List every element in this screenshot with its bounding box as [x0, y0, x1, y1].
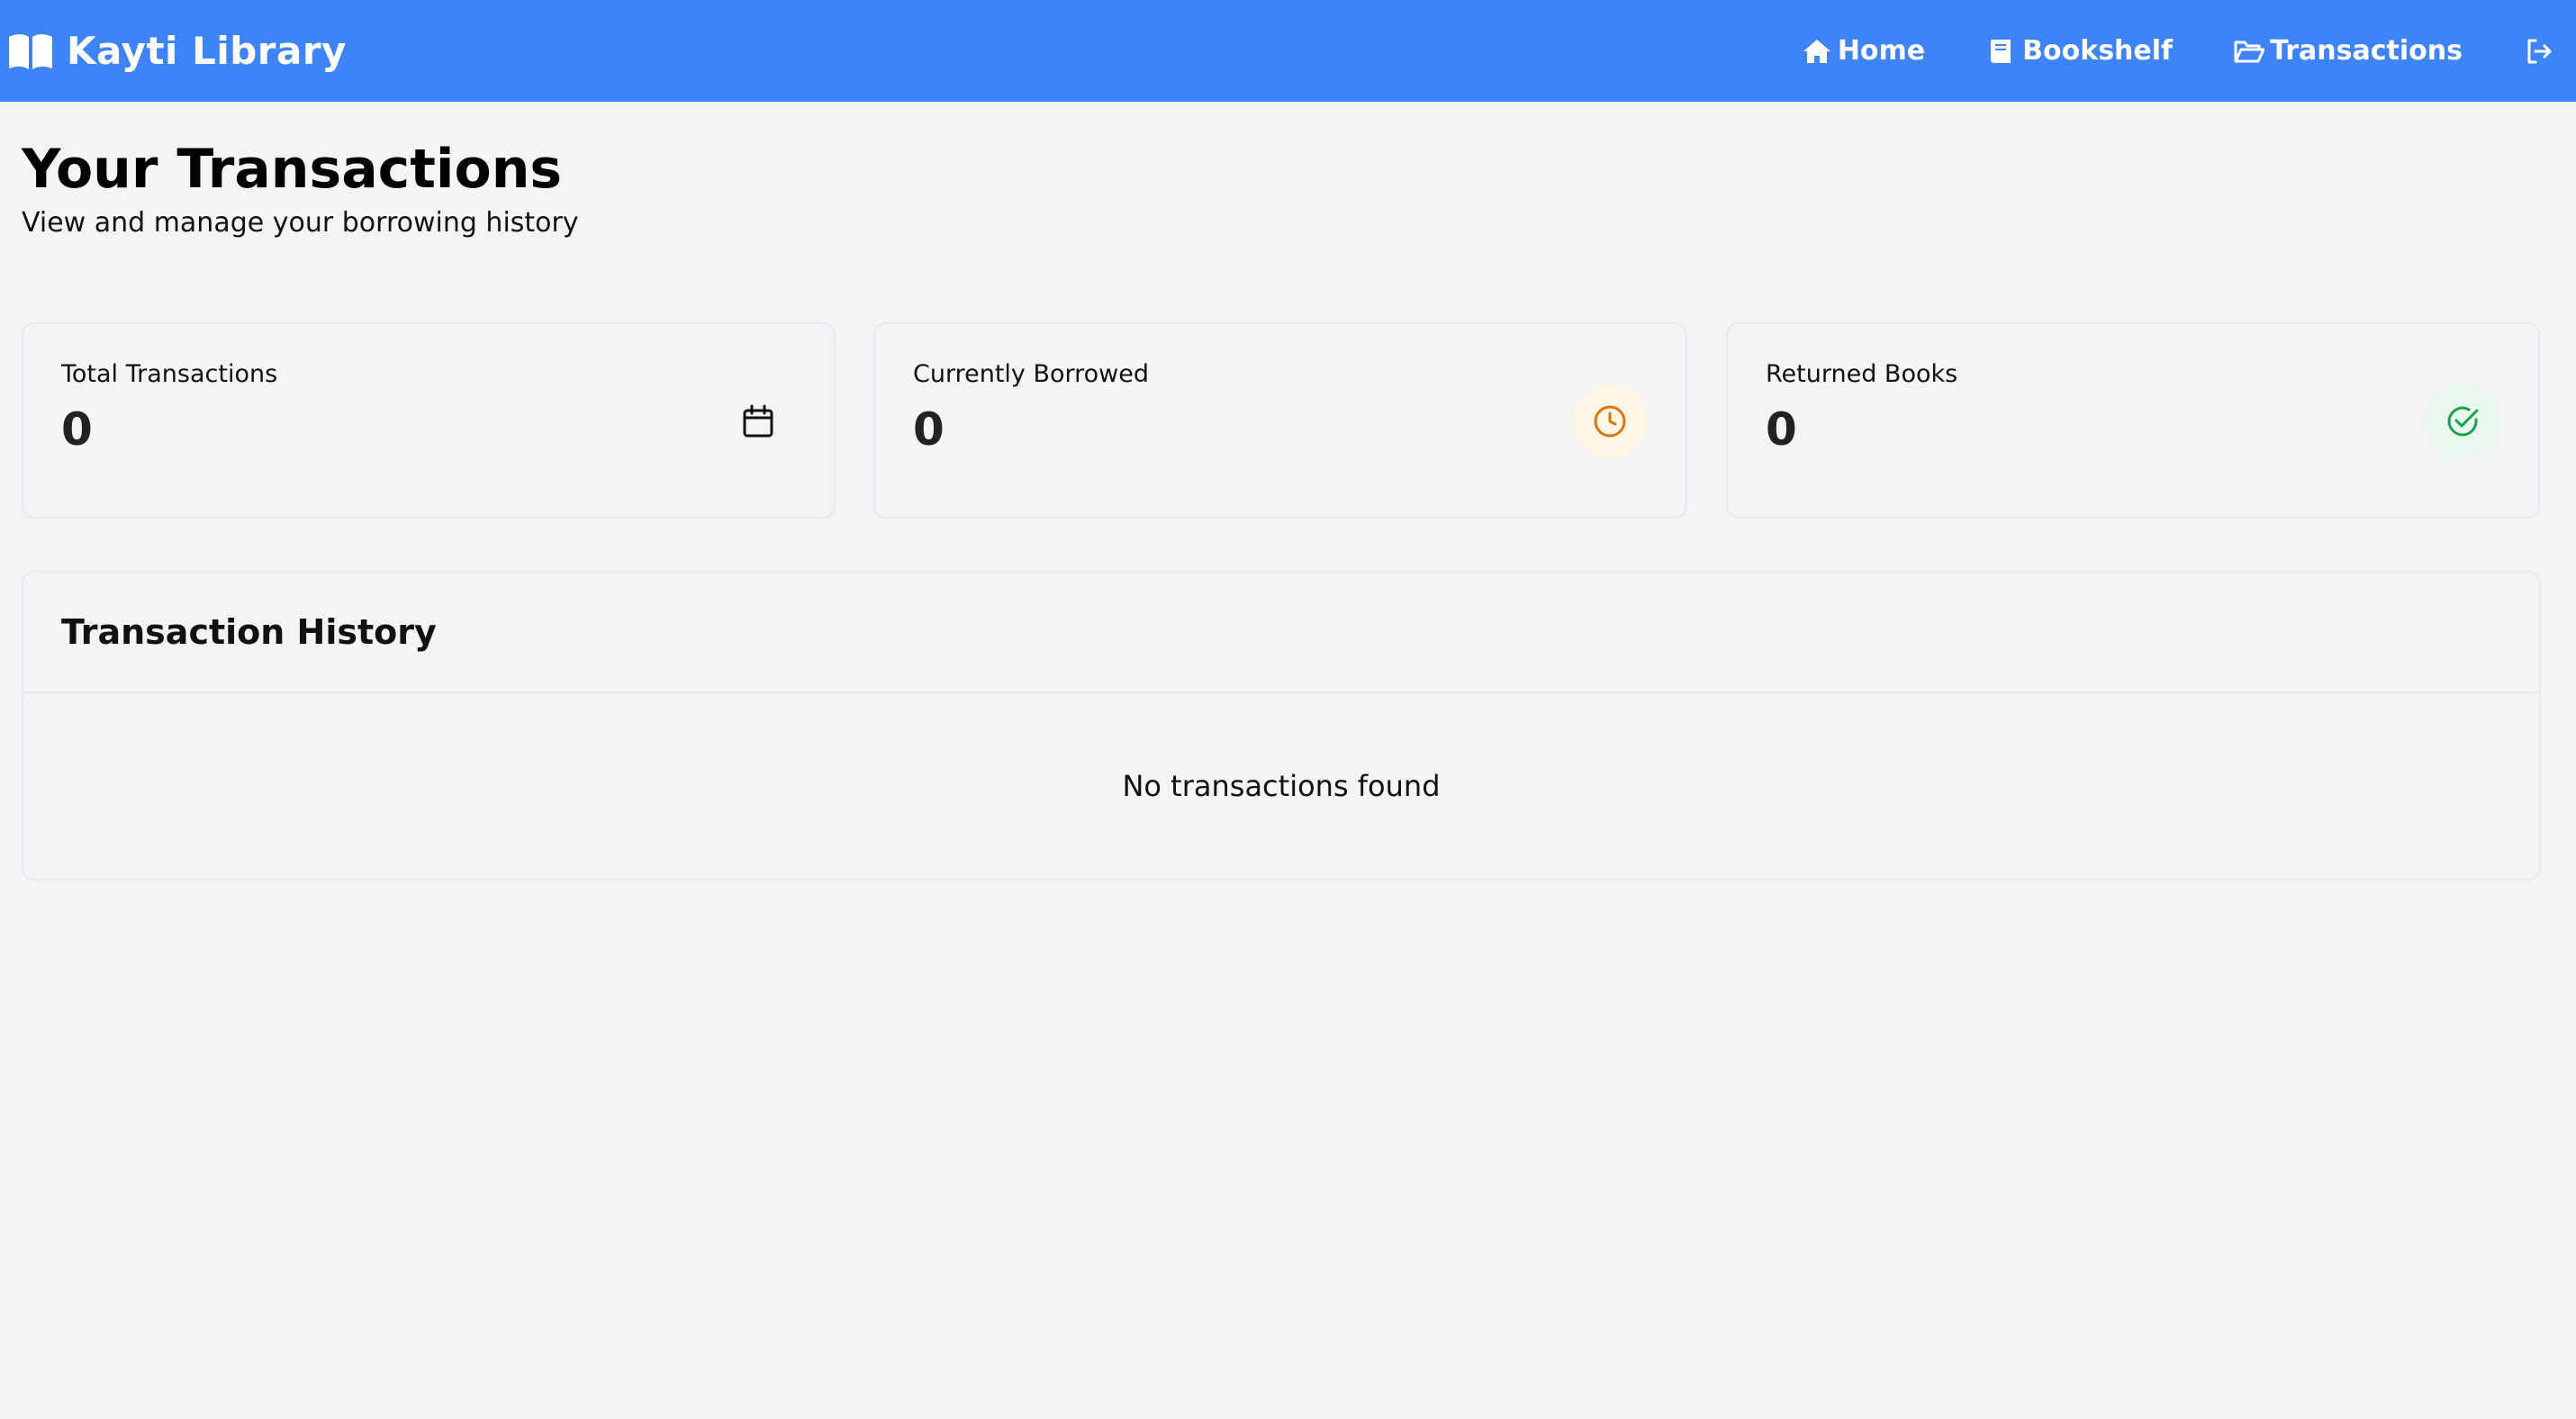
nav-home[interactable]: Home: [1802, 35, 1925, 67]
nav-transactions-label: Transactions: [2270, 35, 2463, 67]
nav-transactions[interactable]: Transactions: [2234, 35, 2463, 67]
transaction-history-card: Transaction History No transactions foun…: [22, 571, 2541, 881]
nav-links: Home Bookshelf Transactions: [1802, 35, 2554, 67]
brand-name: Kayti Library: [67, 29, 347, 73]
stat-value: 0: [61, 403, 93, 456]
stat-card-currently-borrowed: Currently Borrowed 0: [873, 322, 1687, 519]
calendar-icon: [720, 384, 796, 459]
history-header: Transaction History: [23, 573, 2539, 693]
page-title: Your Transactions: [22, 138, 563, 201]
stat-card-returned-books: Returned Books 0: [1726, 322, 2540, 519]
stat-value: 0: [913, 403, 945, 456]
nav-home-label: Home: [1837, 35, 1926, 67]
folder-open-icon: [2234, 38, 2265, 65]
open-book-icon: [7, 32, 54, 71]
nav-bookshelf[interactable]: Bookshelf: [1986, 35, 2173, 67]
stat-label: Returned Books: [1766, 360, 1958, 388]
page-header: Your Transactions View and manage your b…: [22, 135, 579, 239]
empty-state-message: No transactions found: [1122, 769, 1441, 803]
stat-card-total-transactions: Total Transactions 0: [22, 322, 836, 519]
logout-button[interactable]: [2524, 36, 2554, 67]
history-body: No transactions found: [23, 693, 2539, 879]
logout-icon: [2524, 36, 2554, 67]
clock-icon: [1572, 384, 1648, 459]
top-navbar: Kayti Library Home Bookshelf Transaction…: [0, 0, 2576, 102]
history-title: Transaction History: [61, 612, 437, 652]
stat-label: Total Transactions: [61, 360, 278, 388]
brand[interactable]: Kayti Library: [7, 29, 347, 73]
home-icon: [1802, 38, 1832, 65]
book-icon: [1986, 38, 2017, 65]
stat-value: 0: [1766, 403, 1797, 456]
stat-label: Currently Borrowed: [913, 360, 1149, 388]
nav-bookshelf-label: Bookshelf: [2022, 35, 2174, 67]
page-subtitle: View and manage your borrowing history: [22, 207, 579, 239]
check-circle-icon: [2425, 384, 2500, 459]
